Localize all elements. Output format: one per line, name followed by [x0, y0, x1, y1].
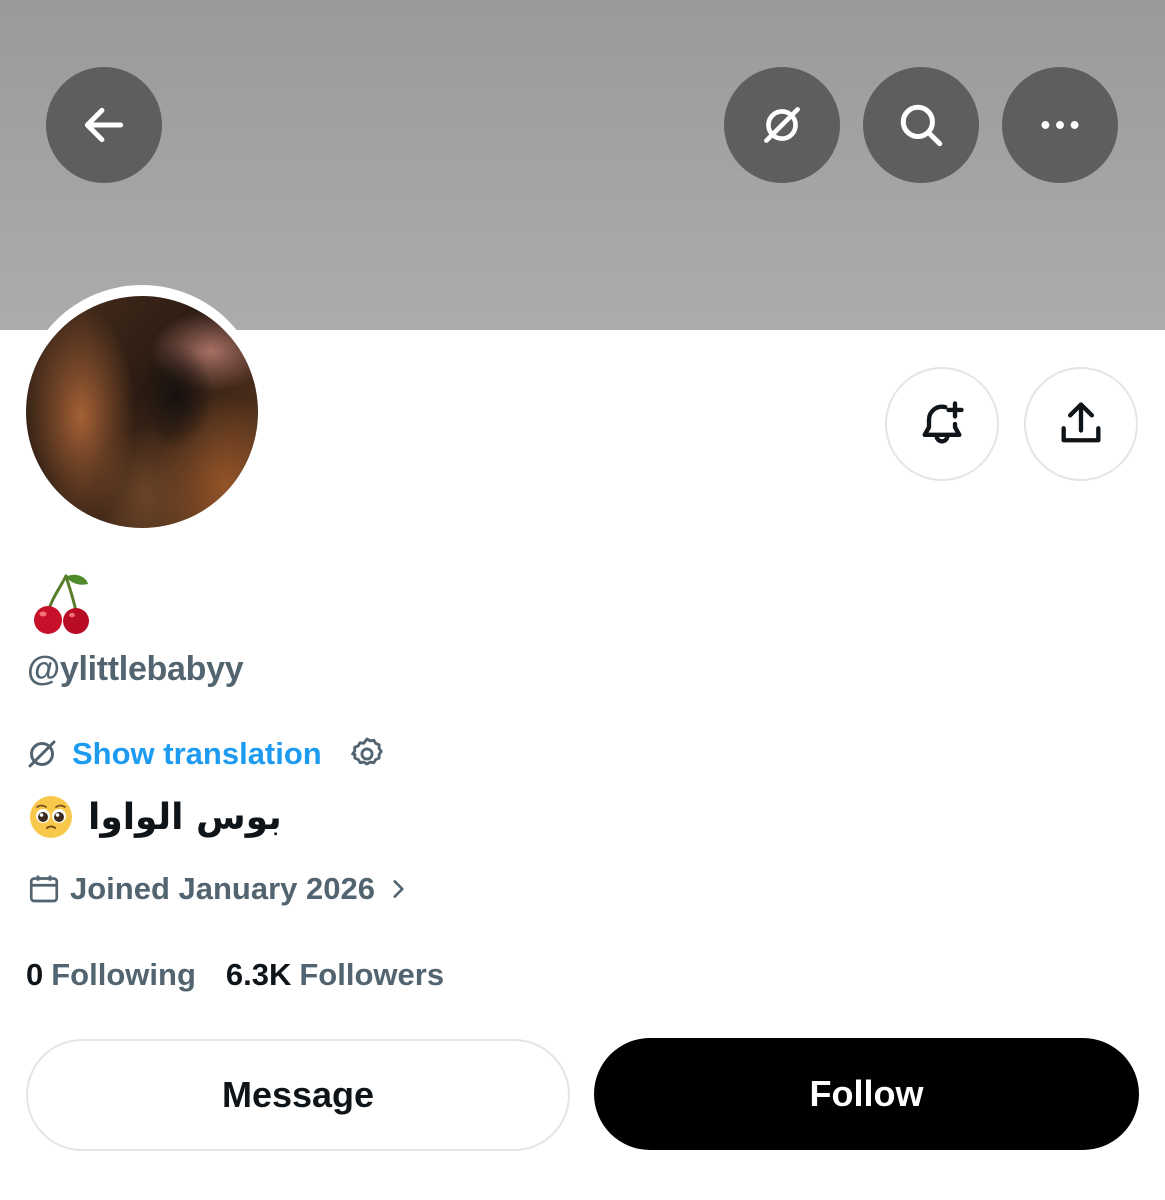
joined-date-row[interactable]: Joined January 2026 [26, 866, 411, 912]
more-options-button[interactable] [1002, 67, 1118, 183]
message-button[interactable]: Message [26, 1039, 570, 1151]
followers-stat[interactable]: 6.3K Followers [226, 957, 444, 993]
translate-button[interactable] [724, 67, 840, 183]
followers-label: Followers [299, 957, 445, 992]
followers-count: 6.3K [225, 957, 292, 992]
more-horizontal-icon [1041, 121, 1079, 129]
show-translation-link[interactable]: Show translation [72, 736, 322, 772]
search-button[interactable] [863, 67, 979, 183]
translate-off-icon [764, 107, 800, 143]
profile-handle: @ylittlebabyy [27, 650, 244, 688]
arrow-left-icon [84, 107, 124, 143]
following-count: 0 [26, 957, 44, 992]
pleading-face-emoji-icon [30, 796, 72, 838]
calendar-icon [29, 875, 59, 903]
follow-stats: 0 Following 6.3K Followers [26, 952, 444, 998]
translation-row: Show translation [24, 732, 386, 776]
bell-plus-icon [922, 401, 964, 444]
profile-bio: بوس الواوا [28, 792, 282, 842]
share-button[interactable] [1024, 367, 1138, 481]
following-stat[interactable]: 0 Following [26, 957, 196, 993]
back-button[interactable] [46, 67, 162, 183]
following-label: Following [51, 957, 196, 992]
notifications-button[interactable] [885, 367, 999, 481]
profile-banner [0, 0, 1165, 330]
share-upload-icon [1061, 402, 1101, 443]
follow-button[interactable]: Follow [594, 1038, 1139, 1150]
profile-page: @ylittlebabyy Show translation بوس الواو… [0, 0, 1165, 1200]
search-icon [900, 104, 943, 147]
chevron-right-icon [393, 880, 404, 898]
joined-date-text: Joined January 2026 [70, 871, 375, 906]
gear-icon[interactable] [348, 735, 386, 773]
cherry-emoji-icon [34, 574, 89, 634]
translate-off-icon [28, 740, 56, 768]
avatar[interactable] [26, 296, 258, 528]
bio-text: بوس الواوا [88, 796, 282, 838]
